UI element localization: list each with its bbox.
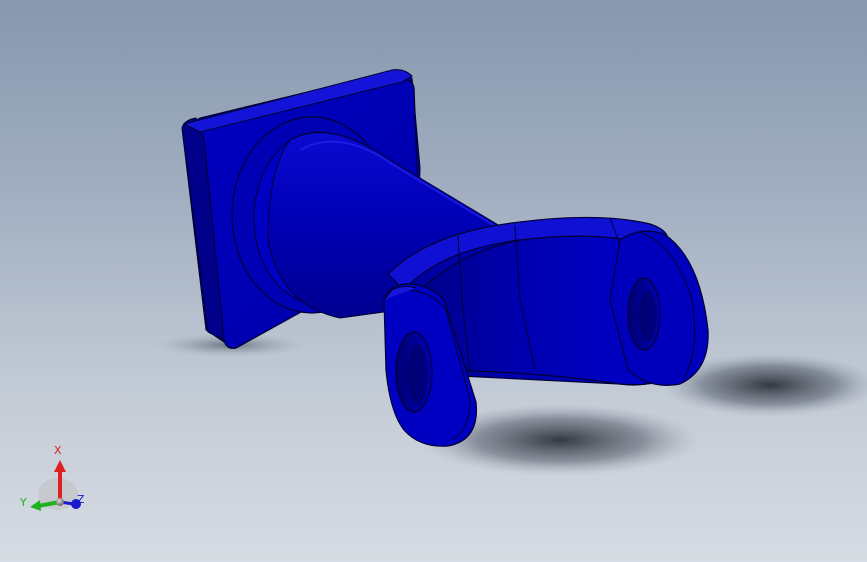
y-axis-arrowhead [30,500,41,511]
triad-x-label: X [54,444,62,457]
reference-triad[interactable] [30,460,81,511]
model-view[interactable] [0,0,867,562]
graphics-viewport[interactable]: X Y Z [0,0,867,562]
triad-y-label: Y [20,496,27,509]
triad-z-label: Z [77,493,85,506]
x-axis-arrowhead [54,460,66,472]
triad-origin [56,498,64,506]
